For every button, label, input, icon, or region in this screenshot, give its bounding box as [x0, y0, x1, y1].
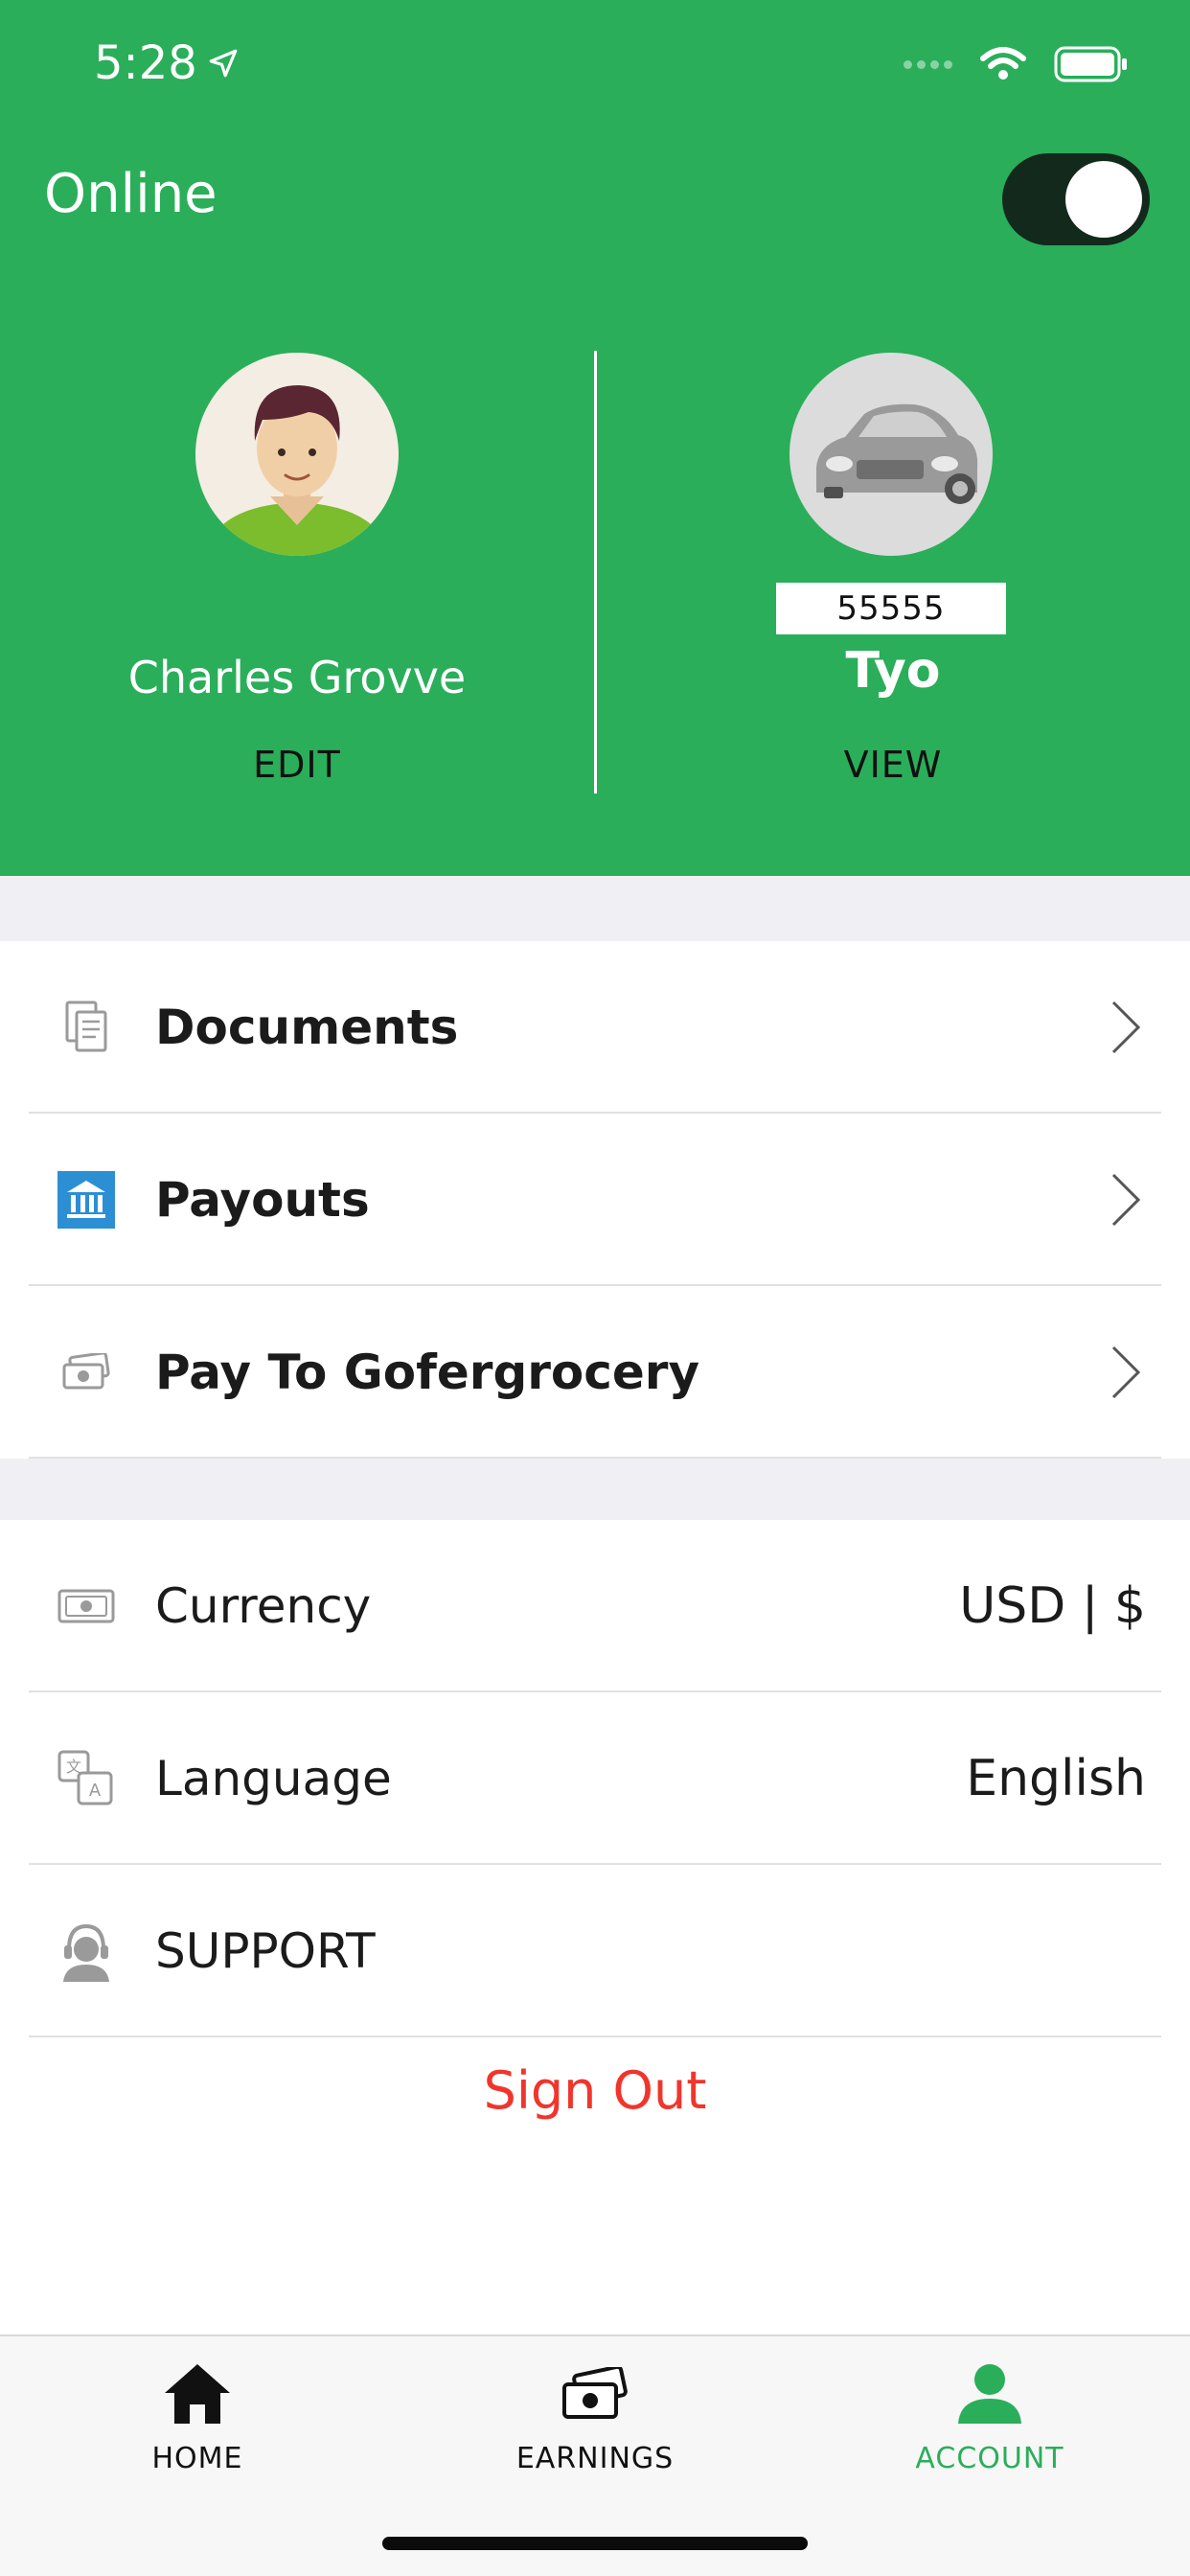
status-bar-indicators: [904, 46, 1129, 82]
header-divider: [594, 351, 597, 794]
sign-out-button[interactable]: Sign Out: [0, 2060, 1190, 2121]
svg-text:文: 文: [66, 1758, 81, 1776]
toggle-knob: [1065, 161, 1142, 238]
vehicle-plate: 55555: [776, 583, 1006, 634]
account-icon: [846, 2356, 1133, 2432]
online-toggle[interactable]: [1002, 153, 1150, 245]
person-avatar-icon: [195, 353, 399, 556]
edit-profile-link[interactable]: EDIT: [0, 744, 594, 786]
tab-home[interactable]: HOME: [54, 2356, 341, 2475]
chevron-right-icon: [1111, 1000, 1141, 1054]
account-header: 5:28 Online Charles Grovve EDIT 55555 Ty…: [0, 0, 1190, 876]
time-label: 5:28: [94, 36, 197, 90]
menu-item-pay-to-gofergrocery[interactable]: Pay To Gofergrocery: [0, 1286, 1190, 1459]
section-gap: [0, 1459, 1190, 1520]
vehicle-avatar[interactable]: [790, 353, 993, 556]
currency-icon: [56, 1576, 117, 1637]
menu-item-label: SUPPORT: [155, 1923, 376, 1979]
driver-name: Charles Grovve: [127, 652, 467, 703]
menu-item-label: Language: [155, 1751, 392, 1806]
view-vehicle-link[interactable]: VIEW: [596, 744, 1190, 786]
bank-icon: [56, 1169, 117, 1230]
home-indicator[interactable]: [382, 2537, 808, 2550]
menu-item-language[interactable]: 文A Language English: [0, 1692, 1190, 1865]
driver-avatar[interactable]: [195, 353, 399, 556]
cash-icon: [56, 1342, 117, 1403]
signal-icon: [904, 59, 952, 69]
section-gap: [0, 876, 1190, 941]
language-value: English: [966, 1750, 1146, 1807]
earnings-icon: [451, 2356, 739, 2432]
vehicle-name: Tyo: [845, 642, 941, 700]
car-icon: [790, 353, 993, 556]
tab-label: EARNINGS: [515, 2442, 675, 2475]
chevron-right-icon: [1111, 1173, 1141, 1227]
wifi-icon: [980, 47, 1026, 80]
status-bar-time: 5:28: [94, 36, 240, 90]
language-icon: 文A: [56, 1748, 117, 1809]
battery-icon: [1054, 46, 1127, 82]
tab-label: ACCOUNT: [915, 2442, 1064, 2475]
menu-item-label: Payouts: [155, 1172, 370, 1228]
tab-label: HOME: [151, 2442, 243, 2475]
menu-item-currency[interactable]: Currency USD | $: [0, 1520, 1190, 1692]
chevron-right-icon: [1111, 1346, 1141, 1399]
location-arrow-icon: [209, 49, 238, 78]
menu-item-documents[interactable]: Documents: [0, 941, 1190, 1114]
menu-item-label: Documents: [155, 1000, 459, 1055]
menu-item-label: Pay To Gofergrocery: [155, 1345, 700, 1400]
tab-account[interactable]: ACCOUNT: [846, 2356, 1133, 2475]
menu-item-support[interactable]: SUPPORT: [0, 1865, 1190, 2037]
support-icon: [56, 1920, 117, 1982]
menu-item-payouts[interactable]: Payouts: [0, 1114, 1190, 1286]
home-icon: [54, 2356, 341, 2432]
documents-icon: [56, 997, 117, 1058]
menu-item-label: Currency: [155, 1578, 372, 1634]
svg-text:A: A: [89, 1781, 102, 1801]
online-status-label: Online: [44, 163, 217, 225]
row-divider: [29, 2036, 1161, 2037]
tab-earnings[interactable]: EARNINGS: [451, 2356, 739, 2475]
currency-value: USD | $: [959, 1577, 1146, 1635]
